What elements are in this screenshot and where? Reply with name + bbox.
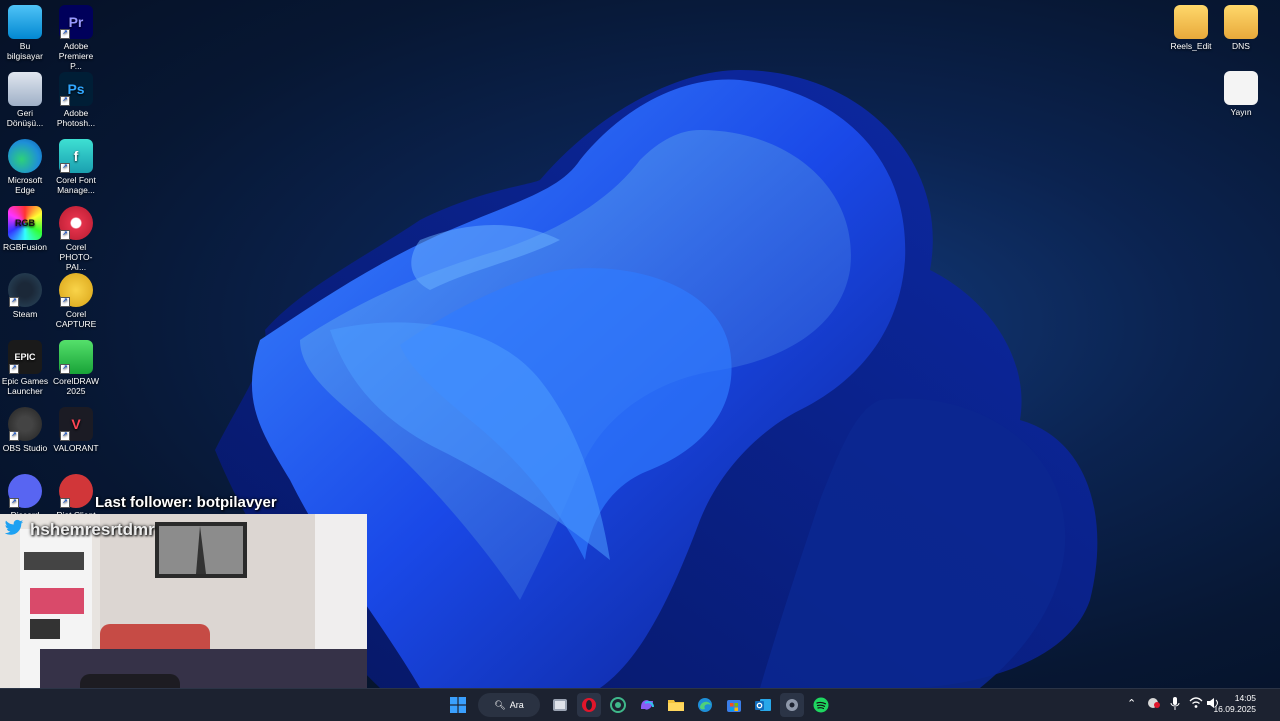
opera-gx-icon[interactable] xyxy=(577,693,601,717)
shortcut-arrow-icon: ↗ xyxy=(60,498,70,508)
shortcut-arrow-icon: ↗ xyxy=(60,431,70,441)
coreldraw-icon: ↗ xyxy=(59,340,93,374)
shortcut-arrow-icon: ↗ xyxy=(9,364,19,374)
taskbar-search-button[interactable]: 🔍︎ Ara xyxy=(478,693,540,717)
shortcut-arrow-icon: ↗ xyxy=(60,96,70,106)
corel-font-manager-icon: f ↗ xyxy=(59,139,93,173)
desktop-icon-epic-games[interactable]: EPIC ↗ Epic Games Launcher xyxy=(1,340,49,396)
computer-icon xyxy=(8,5,42,39)
riot-client-icon: ↗ xyxy=(59,474,93,508)
edge-icon[interactable] xyxy=(693,693,717,717)
desktop-icon-edge[interactable]: Microsoft Edge xyxy=(1,139,49,195)
notification-app-icon[interactable] xyxy=(1147,697,1161,712)
corel-capture-icon: ↗ xyxy=(59,273,93,307)
desktop-icon-label: Reels_Edit xyxy=(1170,41,1212,51)
search-label: Ara xyxy=(509,700,524,710)
desktop-icon-label: Epic Games Launcher xyxy=(1,376,49,396)
desktop-icon-rgbfusion[interactable]: RGB RGBFusion xyxy=(1,206,49,252)
windows-start-icon[interactable] xyxy=(446,693,470,717)
shortcut-arrow-icon: ↗ xyxy=(9,498,19,508)
icon-glyph: f xyxy=(73,148,79,164)
desktop-icon-steam[interactable]: ↗ Steam xyxy=(1,273,49,319)
icon-glyph: Ps xyxy=(67,81,85,97)
desktop-icon-label: Corel Font Manage... xyxy=(56,175,96,195)
icon-glyph: RGB xyxy=(15,218,35,228)
shortcut-arrow-icon: ↗ xyxy=(60,364,70,374)
shortcut-arrow-icon: ↗ xyxy=(60,163,70,173)
rgbfusion-icon: RGB xyxy=(8,206,42,240)
wifi-icon[interactable] xyxy=(1189,697,1203,712)
desktop-icon-label: RGBFusion xyxy=(3,242,47,252)
desktop-icon-photoshop[interactable]: Ps ↗ Adobe Photosh... xyxy=(52,72,100,128)
icon-glyph: V xyxy=(71,416,81,432)
icon-glyph: EPIC xyxy=(14,352,36,362)
steam-icon: ↗ xyxy=(8,273,42,307)
desktop-icon-corel-capture[interactable]: ↗ Corel CAPTURE xyxy=(52,273,100,329)
desktop-icon-coreldraw[interactable]: ↗ CorelDRAW 2025 xyxy=(52,340,100,396)
outlook-icon[interactable] xyxy=(751,693,775,717)
desktop-icon-label: OBS Studio xyxy=(2,443,48,453)
spotify-icon[interactable] xyxy=(809,693,833,717)
desktop-icon-recycle-bin[interactable]: Geri Dönüşü... xyxy=(1,72,49,128)
clock-date: 16.09.2025 xyxy=(1213,704,1256,714)
chatgpt-icon[interactable] xyxy=(606,693,630,717)
shortcut-arrow-icon: ↗ xyxy=(60,230,70,240)
corel-photo-paint-icon: ↗ xyxy=(59,206,93,240)
shortcut-arrow-icon: ↗ xyxy=(60,297,70,307)
desktop-icon-label: Corel CAPTURE xyxy=(55,309,97,329)
desktop-icon-computer[interactable]: Bu bilgisayar xyxy=(1,5,49,61)
folder-icon xyxy=(1224,5,1258,39)
settings-icon[interactable] xyxy=(780,693,804,717)
desktop-icon-folder[interactable]: Reels_Edit xyxy=(1167,5,1215,51)
shortcut-arrow-icon: ↗ xyxy=(60,29,70,39)
last-follower-text: Last follower: botpilavyer xyxy=(95,494,277,511)
taskbar: 🔍︎ Ara ⌃ 14:05 16.09.2025 xyxy=(0,688,1280,721)
desktop-icon-label: DNS xyxy=(1232,41,1250,51)
desktop-icon-label: Corel PHOTO-PAI... xyxy=(59,242,93,272)
desktop-icon-valorant[interactable]: V ↗ VALORANT xyxy=(52,407,100,453)
desktop-icon-label: Yayın xyxy=(1230,107,1252,117)
obs-icon: ↗ xyxy=(8,407,42,441)
photoshop-icon: Ps ↗ xyxy=(59,72,93,106)
clock-time: 14:05 xyxy=(1234,693,1256,703)
copilot-icon[interactable] xyxy=(635,693,659,717)
chevron-up-icon[interactable]: ⌃ xyxy=(1127,697,1136,710)
desktop-icon-corel-photo-paint[interactable]: ↗ Corel PHOTO-PAI... xyxy=(52,206,100,272)
discord-icon: ↗ xyxy=(8,474,42,508)
epic-games-icon: EPIC ↗ xyxy=(8,340,42,374)
desktop-icon-label: CorelDRAW 2025 xyxy=(53,376,99,396)
microphone-icon[interactable] xyxy=(1170,697,1180,713)
search-icon: 🔍︎ xyxy=(494,699,506,710)
premiere-pro-icon: Pr ↗ xyxy=(59,5,93,39)
desktop-icon-label: Geri Dönüşü... xyxy=(6,108,44,128)
icon-glyph: Pr xyxy=(68,14,84,30)
valorant-icon: V ↗ xyxy=(59,407,93,441)
task-view-icon[interactable] xyxy=(548,693,572,717)
desktop-icon-corel-font-manager[interactable]: f ↗ Corel Font Manage... xyxy=(52,139,100,195)
text-file-icon xyxy=(1224,71,1258,105)
system-clock[interactable]: 14:05 16.09.2025 xyxy=(1213,693,1256,715)
file-explorer-icon[interactable] xyxy=(664,693,688,717)
recycle-bin-icon xyxy=(8,72,42,106)
social-handle-text: hshemresrtdmr xyxy=(30,520,155,539)
desktop-icon-label: VALORANT xyxy=(53,443,99,453)
twitter-icon xyxy=(4,519,24,535)
desktop-icon-premiere-pro[interactable]: Pr ↗ Adobe Premiere P... xyxy=(52,5,100,71)
folder-icon xyxy=(1174,5,1208,39)
desktop-icon-label: Bu bilgisayar xyxy=(7,41,43,61)
edge-icon xyxy=(8,139,42,173)
shortcut-arrow-icon: ↗ xyxy=(9,297,19,307)
desktop-icon-obs[interactable]: ↗ OBS Studio xyxy=(1,407,49,453)
desktop-icon-label: Microsoft Edge xyxy=(7,175,43,195)
microsoft-store-icon[interactable] xyxy=(722,693,746,717)
desktop-icon-label: Adobe Photosh... xyxy=(56,108,96,128)
desktop-icon-label: Adobe Premiere P... xyxy=(58,41,94,71)
desktop-icon-text-file[interactable]: Yayın xyxy=(1217,71,1265,117)
desktop-icon-folder[interactable]: DNS xyxy=(1217,5,1265,51)
desktop-icon-label: Steam xyxy=(12,309,38,319)
shortcut-arrow-icon: ↗ xyxy=(9,431,19,441)
